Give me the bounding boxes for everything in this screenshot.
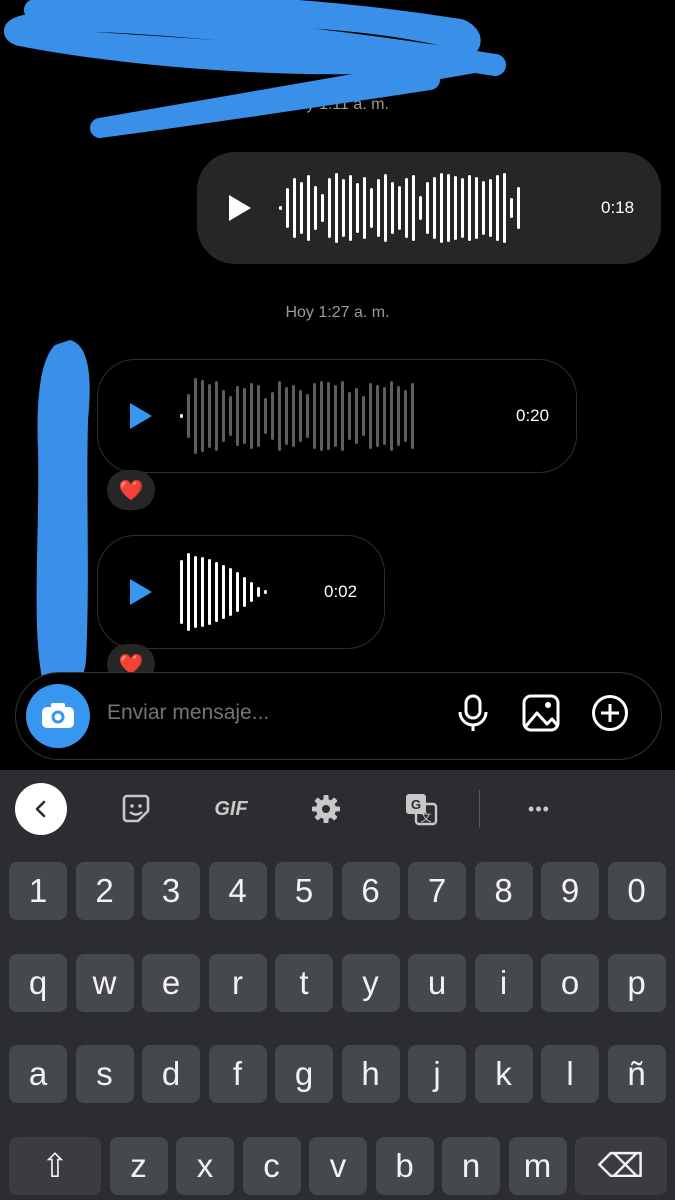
key-o[interactable]: o xyxy=(541,953,599,1012)
key-r[interactable]: r xyxy=(208,953,267,1012)
key-3[interactable]: 3 xyxy=(142,862,200,920)
key-4[interactable]: 4 xyxy=(208,862,267,920)
key-i[interactable]: i xyxy=(474,953,533,1012)
back-chevron-icon xyxy=(35,800,46,818)
svg-text:G: G xyxy=(411,797,421,812)
key-f[interactable]: f xyxy=(208,1045,267,1103)
key-j[interactable]: j xyxy=(408,1045,466,1103)
key-c[interactable]: c xyxy=(242,1136,301,1195)
key-u[interactable]: u xyxy=(408,953,466,1012)
translate-icon: G 文 xyxy=(406,794,438,826)
key-6[interactable]: 6 xyxy=(341,862,400,920)
key-k[interactable]: k xyxy=(474,1045,533,1103)
camera-button[interactable] xyxy=(26,684,90,748)
key-7[interactable]: 7 xyxy=(408,862,466,920)
key-m[interactable]: m xyxy=(508,1136,567,1195)
toolbar-divider xyxy=(479,790,480,828)
translate-button[interactable]: G 文 xyxy=(397,784,445,834)
key-9[interactable]: 9 xyxy=(541,862,599,920)
redaction-scribble xyxy=(3,0,506,694)
key-d[interactable]: d xyxy=(142,1045,200,1103)
camera-icon xyxy=(42,703,74,728)
sticker-icon xyxy=(122,794,150,823)
settings-icon xyxy=(312,795,340,823)
plus-circle-icon[interactable] xyxy=(590,693,630,733)
key-e[interactable]: e xyxy=(142,953,200,1012)
key-b[interactable]: b xyxy=(375,1136,434,1195)
message-input[interactable] xyxy=(105,700,409,726)
key-s[interactable]: s xyxy=(75,1045,134,1103)
key-n[interactable]: n xyxy=(442,1136,500,1195)
svg-text:文: 文 xyxy=(421,810,432,824)
key-5[interactable]: 5 xyxy=(275,862,333,920)
key-g[interactable]: g xyxy=(275,1045,333,1103)
key-8[interactable]: 8 xyxy=(474,862,533,920)
image-icon[interactable] xyxy=(521,693,561,733)
gif-button[interactable]: GIF xyxy=(205,784,257,834)
key-1[interactable]: 1 xyxy=(9,862,67,920)
key-0[interactable]: 0 xyxy=(607,862,666,920)
key-w[interactable]: w xyxy=(75,953,134,1012)
key-v[interactable]: v xyxy=(309,1136,367,1195)
backspace-key[interactable]: ⌫ xyxy=(575,1136,667,1195)
key-q[interactable]: q xyxy=(9,953,67,1012)
key-l[interactable]: l xyxy=(541,1045,599,1103)
keyboard-toolbar: GIF G 文 ••• xyxy=(0,770,675,848)
key-x[interactable]: x xyxy=(176,1136,234,1195)
more-button[interactable]: ••• xyxy=(514,784,564,834)
key-y[interactable]: y xyxy=(341,953,400,1012)
settings-button[interactable] xyxy=(302,784,350,834)
key-a[interactable]: a xyxy=(9,1045,67,1103)
key-z[interactable]: z xyxy=(109,1136,168,1195)
shift-key[interactable]: ⇧ xyxy=(9,1136,101,1195)
back-button[interactable] xyxy=(15,783,67,835)
key-h[interactable]: h xyxy=(341,1045,400,1103)
microphone-icon[interactable] xyxy=(453,693,493,733)
key-ñ[interactable]: ñ xyxy=(607,1045,666,1103)
on-screen-keyboard: GIF G 文 ••• 1234567890 q w e r t y u i o… xyxy=(0,770,675,1200)
key-t[interactable]: t xyxy=(275,953,333,1012)
key-p[interactable]: p xyxy=(607,953,666,1012)
chat-thread: Hoy 1:11 a. m. 0:18 Hoy 1:27 a. m. 0:20 … xyxy=(0,0,675,770)
sticker-button[interactable] xyxy=(112,784,160,834)
key-2[interactable]: 2 xyxy=(75,862,134,920)
